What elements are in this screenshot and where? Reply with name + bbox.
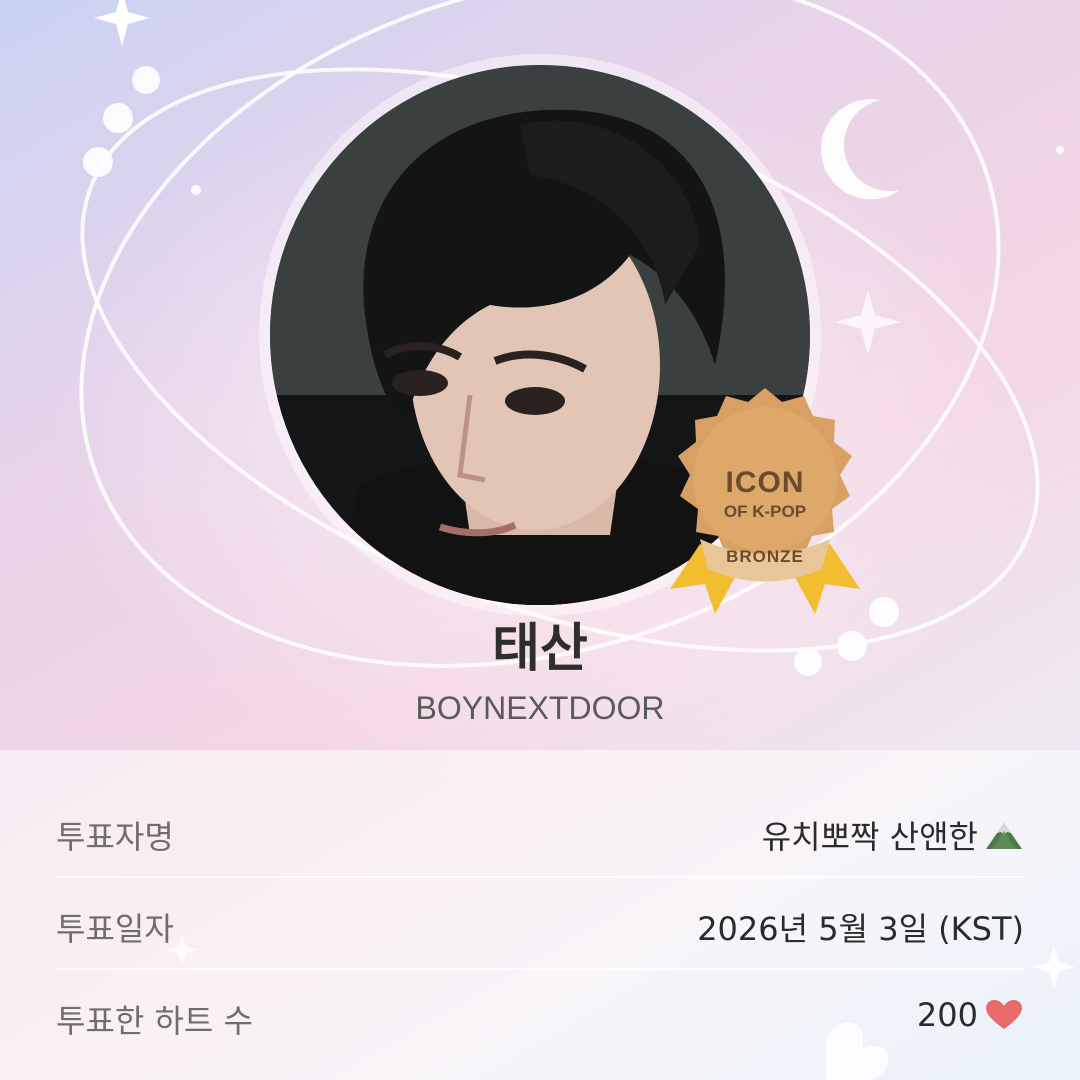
- badge-subtitle: OF K-POP: [723, 502, 807, 521]
- vote-date-value: 2026년 5월 3일 (KST): [697, 910, 1024, 948]
- heart-icon: [986, 1000, 1022, 1029]
- heart-count-label: 투표한 하트 수: [56, 1002, 253, 1040]
- voter-name-value: 유치뽀짝 산앤한: [762, 812, 1024, 858]
- voter-name-row: 투표자명 유치뽀짝 산앤한: [0, 786, 1080, 878]
- heart-count-value: 200: [917, 996, 1024, 1034]
- badge-tier: BRONZE: [726, 547, 804, 566]
- group-name: BOYNEXTDOOR: [415, 690, 665, 726]
- artist-name: 태산: [492, 619, 588, 679]
- mountain-emoji-icon: [986, 823, 1022, 849]
- heart-count-row: 투표한 하트 수 200: [0, 970, 1080, 1062]
- vote-date-row: 투표일자 2026년 5월 3일 (KST): [0, 878, 1080, 970]
- heart-count-text: 200: [916, 996, 978, 1034]
- badge-title: ICON: [725, 466, 805, 499]
- vote-date-label: 투표일자: [56, 910, 174, 948]
- voter-name-label: 투표자명: [56, 818, 174, 856]
- voter-name-text: 유치뽀짝 산앤한: [761, 818, 978, 856]
- icon-of-kpop-bronze-badge: ICON OF K-POP BRONZE: [660, 384, 870, 619]
